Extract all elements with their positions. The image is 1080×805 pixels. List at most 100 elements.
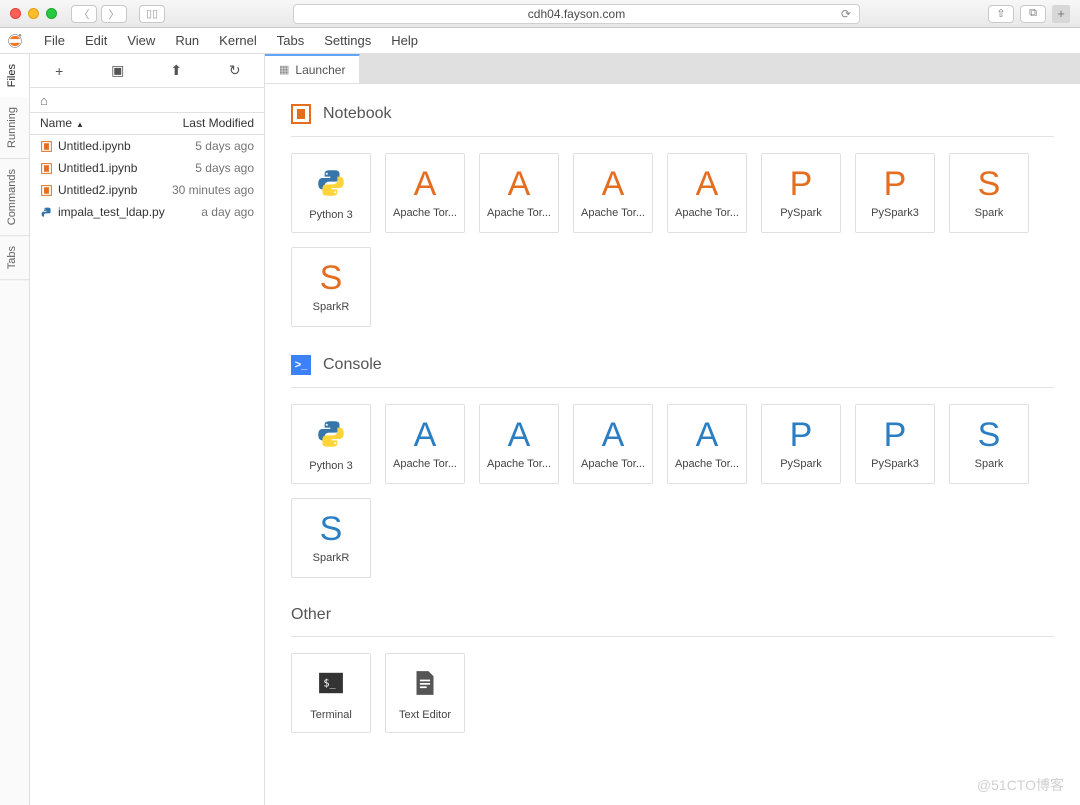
kernel-glyph-icon: P — [790, 167, 813, 201]
launcher-card[interactable]: AApache Tor... — [385, 404, 465, 484]
notebook-icon — [40, 140, 53, 153]
launcher-card[interactable]: PPySpark3 — [855, 404, 935, 484]
kernel-glyph-icon: A — [602, 418, 625, 452]
console-section: >_ Console Python 3AApache Tor...AApache… — [291, 355, 1054, 578]
section-title: Console — [323, 356, 382, 374]
section-title: Notebook — [323, 105, 392, 123]
launcher-card[interactable]: Python 3 — [291, 153, 371, 233]
new-launcher-button[interactable]: + — [41, 63, 77, 79]
back-button[interactable]: 〈 — [71, 5, 97, 23]
launcher-card[interactable]: A Apache Tor... — [385, 153, 465, 233]
launcher-card[interactable]: PPySpark — [761, 404, 841, 484]
card-label: PySpark — [780, 207, 822, 219]
address-bar[interactable]: cdh04.fayson.com ⟳ — [293, 4, 860, 24]
card-label: SparkR — [313, 552, 350, 564]
file-toolbar: + ▣ ⬆ ↻ — [30, 54, 264, 88]
new-folder-button[interactable]: ▣ — [100, 62, 136, 79]
kernel-glyph-icon: S — [978, 167, 1001, 201]
launcher-card[interactable]: AApache Tor... — [667, 153, 747, 233]
nav-buttons: 〈 〉 — [71, 5, 127, 23]
kernel-glyph-icon: P — [884, 418, 907, 452]
kernel-glyph-icon: A — [696, 167, 719, 201]
python-icon — [40, 206, 53, 219]
url-text: cdh04.fayson.com — [528, 7, 625, 21]
launcher-card[interactable]: SSparkR — [291, 498, 371, 578]
card-label: Python 3 — [309, 460, 352, 472]
file-item[interactable]: Untitled1.ipynb5 days ago — [30, 157, 264, 179]
file-name: Untitled1.ipynb — [58, 161, 137, 175]
menu-settings[interactable]: Settings — [314, 29, 381, 52]
breadcrumb[interactable]: ⌂ — [30, 88, 264, 112]
side-tab-commands[interactable]: Commands — [0, 159, 29, 236]
menu-tabs[interactable]: Tabs — [267, 29, 314, 52]
launcher-card[interactable]: AApache Tor... — [479, 404, 559, 484]
launcher-card[interactable]: AApache Tor... — [667, 404, 747, 484]
card-label: Apache Tor... — [581, 207, 645, 219]
file-item[interactable]: Untitled2.ipynb 30 minutes ago — [30, 179, 264, 201]
svg-text:$_: $_ — [323, 678, 336, 689]
col-modified[interactable]: Last Modified — [183, 116, 254, 130]
tab-launcher[interactable]: ▦ Launcher — [265, 54, 360, 83]
launcher-card[interactable]: AApache Tor... — [479, 153, 559, 233]
launcher-card[interactable]: P PySpark — [761, 153, 841, 233]
menu-edit[interactable]: Edit — [75, 29, 117, 52]
launcher-card[interactable]: AApache Tor... — [573, 153, 653, 233]
upload-button[interactable]: ⬆ — [158, 62, 194, 79]
file-list: Untitled.ipynb5 days agoUntitled1.ipynb5… — [30, 135, 264, 805]
close-icon[interactable] — [10, 8, 21, 19]
notebook-section-icon — [291, 104, 311, 124]
file-name: impala_test_ldap.py — [58, 205, 165, 219]
file-item[interactable]: Untitled.ipynb5 days ago — [30, 135, 264, 157]
launcher-card[interactable]: $_Terminal — [291, 653, 371, 733]
menu-kernel[interactable]: Kernel — [209, 29, 267, 52]
folder-icon: ⌂ — [40, 93, 48, 108]
tabs-icon[interactable]: ⧉ — [1020, 5, 1046, 23]
new-tab-button[interactable]: + — [1052, 5, 1070, 23]
launcher-card[interactable]: SSpark — [949, 153, 1029, 233]
side-tab-files[interactable]: Files — [0, 54, 29, 97]
menu-file[interactable]: File — [34, 29, 75, 52]
file-item[interactable]: impala_test_ldap.pya day ago — [30, 201, 264, 223]
refresh-button[interactable]: ↻ — [217, 62, 253, 79]
card-label: Apache Tor... — [393, 458, 457, 470]
kernel-glyph-icon: A — [414, 167, 437, 201]
side-tab-tabs[interactable]: Tabs — [0, 236, 29, 280]
main-area: ▦ Launcher Notebook Python 3 A Apache Tor.… — [265, 54, 1080, 805]
launcher-tab-icon: ▦ — [279, 63, 289, 76]
python-icon — [314, 166, 348, 203]
card-label: Text Editor — [399, 709, 451, 721]
maximize-icon[interactable] — [46, 8, 57, 19]
window-controls — [10, 8, 57, 19]
notebook-icon — [40, 162, 53, 175]
launcher-card[interactable]: PPySpark3 — [855, 153, 935, 233]
sidebar-toggle-icon[interactable]: ▯▯ — [139, 5, 165, 23]
file-browser: + ▣ ⬆ ↻ ⌂ Name▲ Last Modified Untitled.i… — [30, 54, 265, 805]
menu-view[interactable]: View — [117, 29, 165, 52]
reload-icon[interactable]: ⟳ — [841, 7, 851, 21]
kernel-glyph-icon: A — [508, 418, 531, 452]
file-modified: 30 minutes ago — [172, 183, 254, 197]
file-name: Untitled2.ipynb — [58, 183, 137, 197]
left-sidebar: FilesRunningCommandsTabs — [0, 54, 30, 805]
launcher-card[interactable]: SSpark — [949, 404, 1029, 484]
card-label: SparkR — [313, 301, 350, 313]
launcher-card[interactable]: AApache Tor... — [573, 404, 653, 484]
app-body: FilesRunningCommandsTabs + ▣ ⬆ ↻ ⌂ Name▲… — [0, 54, 1080, 805]
menu-run[interactable]: Run — [165, 29, 209, 52]
tab-bar: ▦ Launcher — [265, 54, 1080, 84]
share-icon[interactable]: ⇧ — [988, 5, 1014, 23]
minimize-icon[interactable] — [28, 8, 39, 19]
menu-help[interactable]: Help — [381, 29, 428, 52]
forward-button[interactable]: 〉 — [101, 5, 127, 23]
col-name[interactable]: Name▲ — [40, 116, 84, 130]
tab-label: Launcher — [295, 63, 345, 77]
card-label: Apache Tor... — [393, 207, 457, 219]
kernel-glyph-icon: S — [320, 261, 343, 295]
launcher-card[interactable]: Python 3 — [291, 404, 371, 484]
launcher-card[interactable]: S SparkR — [291, 247, 371, 327]
launcher-card[interactable]: Text Editor — [385, 653, 465, 733]
terminal-icon: $_ — [314, 666, 348, 703]
kernel-glyph-icon: P — [790, 418, 813, 452]
notebook-icon — [40, 184, 53, 197]
side-tab-running[interactable]: Running — [0, 97, 29, 159]
